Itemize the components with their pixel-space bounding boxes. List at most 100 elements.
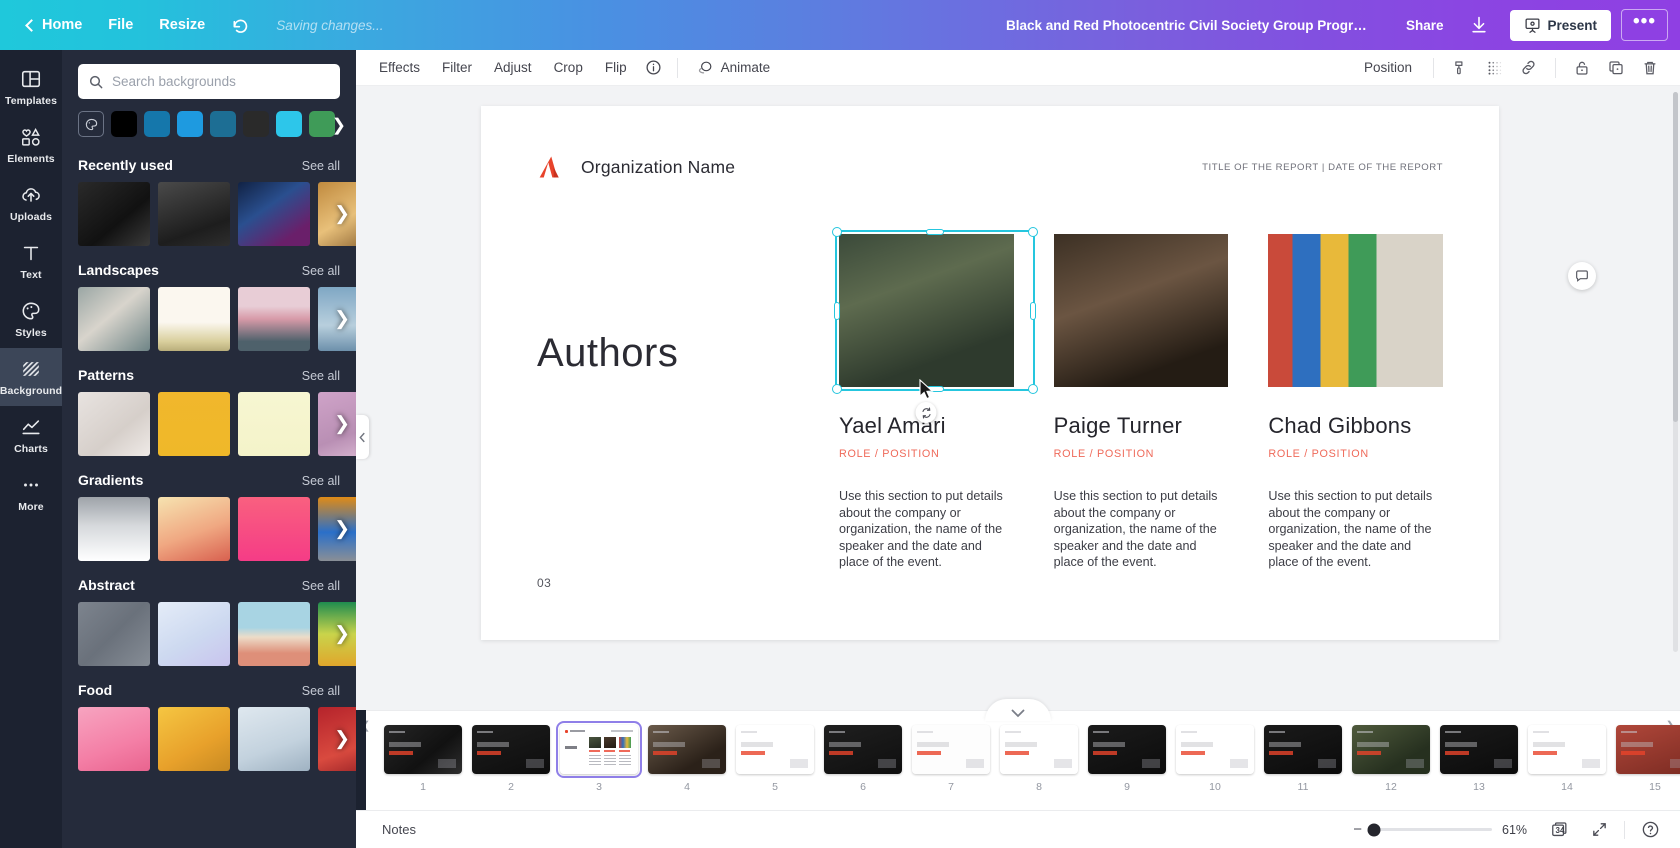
page-thumbnail-card[interactable] xyxy=(736,725,814,774)
rotate-handle[interactable] xyxy=(915,402,937,423)
page-thumbnail-card[interactable] xyxy=(1440,725,1518,774)
background-thumbnail[interactable] xyxy=(158,707,230,771)
more-options-button[interactable]: ••• xyxy=(1621,9,1668,41)
resize-handle-bottom-right[interactable] xyxy=(1028,384,1038,394)
page-thumbnail[interactable]: 15 xyxy=(1616,725,1680,793)
page-thumbnail-card[interactable] xyxy=(384,725,462,774)
author-description[interactable]: Use this section to put details about th… xyxy=(1268,488,1443,571)
background-thumbnail[interactable] xyxy=(238,497,310,561)
adjust-button[interactable]: Adjust xyxy=(483,54,543,81)
author-role[interactable]: ROLE / POSITION xyxy=(839,448,1014,460)
resize-handle-top-right[interactable] xyxy=(1028,227,1038,237)
filter-button[interactable]: Filter xyxy=(431,54,483,81)
panel-section-see-all[interactable]: See all xyxy=(302,369,340,383)
page-thumbnail[interactable]: 6 xyxy=(824,725,902,793)
page-thumbnail-card[interactable] xyxy=(1176,725,1254,774)
panel-row-next-arrow[interactable]: ❯ xyxy=(334,730,350,749)
sidebar-item-more[interactable]: More xyxy=(0,464,62,522)
swatch-cyan[interactable] xyxy=(276,111,302,137)
page-thumbnail-card[interactable] xyxy=(1264,725,1342,774)
background-thumbnail[interactable] xyxy=(78,707,150,771)
background-thumbnail[interactable] xyxy=(158,182,230,246)
author-photo[interactable] xyxy=(1053,234,1229,387)
share-button[interactable]: Share xyxy=(1392,10,1458,41)
swatch-next-arrow[interactable]: ❯ xyxy=(332,117,346,134)
panel-row-next-arrow[interactable]: ❯ xyxy=(334,625,350,644)
author-role[interactable]: ROLE / POSITION xyxy=(1054,448,1229,460)
zoom-knob[interactable] xyxy=(1367,823,1381,836)
swatch-bright-blue[interactable] xyxy=(177,111,203,137)
page-thumbnail[interactable]: 9 xyxy=(1088,725,1166,793)
page-thumbnail[interactable]: 5 xyxy=(736,725,814,793)
slide-page[interactable]: Organization Name TITLE OF THE REPORT | … xyxy=(481,106,1499,640)
page-thumbnail[interactable]: 7 xyxy=(912,725,990,793)
author-name[interactable]: Chad Gibbons xyxy=(1268,413,1443,439)
flip-button[interactable]: Flip xyxy=(594,54,638,81)
page-thumbnail[interactable]: 8 xyxy=(1000,725,1078,793)
fullscreen-button[interactable] xyxy=(1585,817,1614,842)
sidebar-item-styles[interactable]: Styles xyxy=(0,290,62,348)
page-thumbnail[interactable]: 14 xyxy=(1528,725,1606,793)
resize-button[interactable]: Resize xyxy=(146,10,218,40)
background-thumbnail[interactable] xyxy=(78,602,150,666)
slide-section-title[interactable]: Authors xyxy=(537,331,678,376)
panel-row-next-arrow[interactable]: ❯ xyxy=(334,205,350,224)
color-picker-button[interactable] xyxy=(78,111,104,137)
delete-button[interactable] xyxy=(1634,54,1666,82)
sidebar-item-text[interactable]: Text xyxy=(0,232,62,290)
background-thumbnail[interactable] xyxy=(78,182,150,246)
zoom-out-button[interactable]: − xyxy=(1353,822,1362,837)
panel-section-see-all[interactable]: See all xyxy=(302,264,340,278)
panel-section-see-all[interactable]: See all xyxy=(302,474,340,488)
background-thumbnail[interactable] xyxy=(238,602,310,666)
swatch-dark-teal[interactable] xyxy=(210,111,236,137)
notes-button[interactable]: Notes xyxy=(372,816,426,843)
crop-button[interactable]: Crop xyxy=(543,54,594,81)
page-thumbnail[interactable]: 1 xyxy=(384,725,462,793)
duotone-button[interactable] xyxy=(1478,54,1510,82)
background-thumbnail[interactable] xyxy=(158,602,230,666)
background-thumbnail[interactable] xyxy=(238,392,310,456)
author-role[interactable]: ROLE / POSITION xyxy=(1268,448,1443,460)
sidebar-item-charts[interactable]: Charts xyxy=(0,406,62,464)
zoom-track[interactable] xyxy=(1367,823,1492,836)
info-button[interactable] xyxy=(638,54,669,81)
effects-button[interactable]: Effects xyxy=(368,54,431,81)
background-thumbnail[interactable] xyxy=(238,182,310,246)
link-button[interactable] xyxy=(1512,53,1545,82)
panel-collapse-handle[interactable] xyxy=(356,415,369,459)
sidebar-item-templates[interactable]: Templates xyxy=(0,58,62,116)
position-button[interactable]: Position xyxy=(1353,54,1423,81)
sidebar-item-background[interactable]: Background xyxy=(0,348,62,406)
panel-row-next-arrow[interactable]: ❯ xyxy=(334,520,350,539)
swatch-steel-blue[interactable] xyxy=(144,111,170,137)
page-thumbnail-card[interactable] xyxy=(1616,725,1680,774)
page-thumbnail[interactable]: 13 xyxy=(1440,725,1518,793)
canvas-scrollbar-thumb[interactable] xyxy=(1673,92,1678,422)
author-photo[interactable] xyxy=(839,234,1014,387)
background-thumbnail[interactable] xyxy=(158,287,230,351)
canvas-area[interactable]: Organization Name TITLE OF THE REPORT | … xyxy=(356,86,1680,710)
search-box[interactable] xyxy=(78,64,340,99)
panel-row-next-arrow[interactable]: ❯ xyxy=(334,415,350,434)
page-thumbnail[interactable]: 3 xyxy=(556,721,642,793)
canvas-float-button[interactable] xyxy=(1568,262,1596,290)
animate-button[interactable]: Animate xyxy=(686,53,782,82)
zoom-slider[interactable]: − xyxy=(1353,822,1492,837)
panel-section-see-all[interactable]: See all xyxy=(302,159,340,173)
page-thumbnail-card[interactable] xyxy=(824,725,902,774)
page-thumbnail[interactable]: 12 xyxy=(1352,725,1430,793)
page-thumbnail[interactable]: 10 xyxy=(1176,725,1254,793)
document-title[interactable]: Black and Red Photocentric Civil Society… xyxy=(998,12,1378,39)
author-name[interactable]: Paige Turner xyxy=(1054,413,1229,439)
background-thumbnail[interactable] xyxy=(78,497,150,561)
background-thumbnail[interactable] xyxy=(158,392,230,456)
page-thumbnail-card[interactable] xyxy=(556,721,642,778)
page-thumbnail-card[interactable] xyxy=(1352,725,1430,774)
page-thumbnail-card[interactable] xyxy=(1000,725,1078,774)
help-button[interactable] xyxy=(1635,816,1666,843)
panel-section-see-all[interactable]: See all xyxy=(302,579,340,593)
swatch-charcoal[interactable] xyxy=(243,111,269,137)
background-thumbnail[interactable] xyxy=(158,497,230,561)
background-thumbnail[interactable] xyxy=(238,287,310,351)
